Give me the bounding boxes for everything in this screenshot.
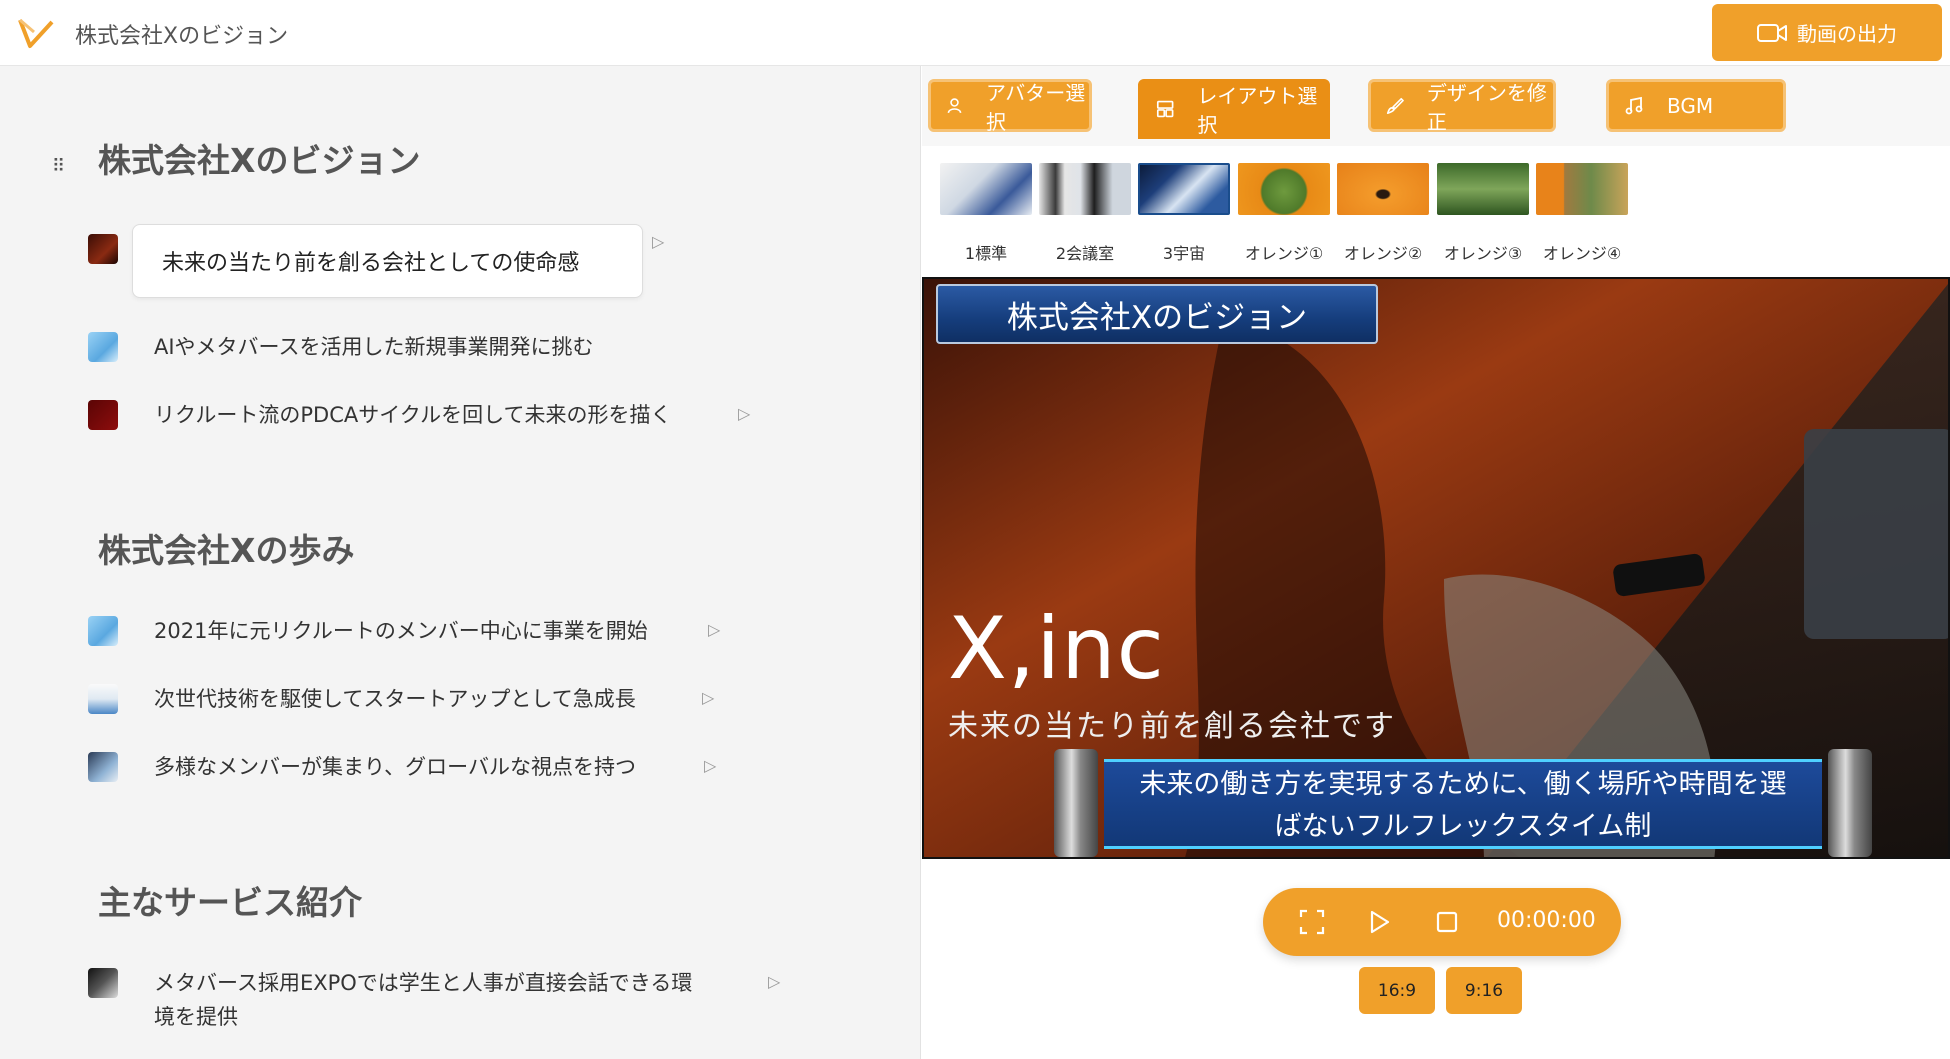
layout-label: オレンジ②	[1343, 244, 1423, 263]
layout-icon	[1156, 100, 1174, 118]
video-preview[interactable]: 株式会社Xのビジョン X,inc 未来の当たり前を創る会社です 未来の働き方を実…	[922, 277, 1950, 859]
play-icon[interactable]: ▷	[652, 232, 664, 251]
settings-panel: アバター選択 レイアウト選択 デザインを修正 BGM 1標準 2会議室 3宇宙 …	[922, 66, 1950, 1059]
video-camera-icon	[1757, 23, 1787, 42]
music-icon	[1625, 96, 1643, 114]
list-item[interactable]: 2021年に元リクルートのメンバー中心に事業を開始	[88, 614, 648, 648]
tab-bgm[interactable]: BGM	[1606, 79, 1786, 132]
fullscreen-icon[interactable]	[1298, 908, 1326, 936]
list-item[interactable]: リクルート流のPDCAサイクルを回して未来の形を描く	[88, 398, 672, 432]
script-line-part: メタバース採用EXPOでは学生と人事が直接会話できる環	[154, 971, 693, 995]
preview-tagline: 未来の当たり前を創る会社です	[948, 709, 1396, 744]
caption-box: 未来の働き方を実現するために、働く場所や時間を選 ばないフルフレックスタイム制	[1104, 759, 1822, 849]
list-item[interactable]	[88, 232, 118, 264]
script-line[interactable]: AIやメタバースを活用した新規事業開発に挑む	[154, 330, 594, 364]
tab-layout[interactable]: レイアウト選択	[1138, 79, 1330, 139]
layout-thumbnail-orange-3[interactable]	[1437, 163, 1529, 215]
play-icon[interactable]: ▷	[704, 756, 716, 775]
play-button-icon[interactable]	[1365, 908, 1393, 936]
script-editor-panel: ⠿ 株式会社Xのビジョン 未来の当たり前を創る会社としての使命感 ▷ AIやメタ…	[0, 66, 921, 1059]
section-title[interactable]: 主なサービス紹介	[98, 876, 362, 924]
tab-design[interactable]: デザインを修正	[1368, 79, 1556, 134]
layout-label: 3宇宙	[1162, 244, 1206, 263]
layout-label: 2会議室	[1055, 244, 1115, 263]
scene-thumbnail	[88, 752, 118, 782]
list-item[interactable]: 多様なメンバーが集まり、グローバルな視点を持つ	[88, 750, 636, 784]
playback-controls: 00:00:00	[1263, 888, 1621, 956]
document-title[interactable]: 株式会社Xのビジョン	[75, 18, 288, 50]
scroll-ornament-left	[1054, 749, 1098, 857]
layout-thumbnail-orange-1[interactable]	[1238, 163, 1330, 215]
stop-button-icon[interactable]	[1433, 908, 1461, 936]
preview-title-banner: 株式会社Xのビジョン	[936, 284, 1378, 344]
script-line[interactable]: リクルート流のPDCAサイクルを回して未来の形を描く	[154, 398, 672, 432]
play-icon[interactable]: ▷	[738, 404, 750, 423]
preview-brand-text: X,inc	[948, 599, 1165, 699]
aspect-ratio-16-9-button[interactable]: 16:9	[1359, 967, 1435, 1014]
layout-thumbnail-standard[interactable]	[940, 163, 1032, 215]
scene-thumbnail	[88, 234, 118, 264]
tab-label: アバター選択	[986, 80, 1086, 134]
layout-thumbnail-orange-4[interactable]	[1536, 163, 1628, 215]
layout-label: オレンジ④	[1542, 244, 1622, 263]
scroll-ornament-right	[1828, 749, 1872, 857]
scene-thumbnail	[88, 968, 118, 998]
section-title[interactable]: 株式会社Xの歩み	[98, 524, 354, 572]
layout-label: 1標準	[964, 244, 1008, 263]
tab-label: デザインを修正	[1426, 80, 1547, 134]
app-logo-icon[interactable]	[16, 12, 56, 52]
app-header: 株式会社Xのビジョン 動画の出力	[0, 0, 1950, 66]
scene-thumbnail	[88, 684, 118, 714]
export-video-label: 動画の出力	[1797, 22, 1897, 46]
layout-label: オレンジ③	[1443, 244, 1523, 263]
playback-time: 00:00:00	[1497, 908, 1596, 933]
play-icon[interactable]: ▷	[702, 688, 714, 707]
layout-label: オレンジ①	[1244, 244, 1324, 263]
drag-handle-icon[interactable]: ⠿	[52, 156, 65, 177]
layout-thumbnail-meeting-room[interactable]	[1039, 163, 1131, 215]
caption-line: 未来の働き方を実現するために、働く場所や時間を選	[1139, 769, 1787, 800]
caption-line: ばないフルフレックスタイム制	[1274, 811, 1652, 842]
layout-thumbnail-orange-2[interactable]	[1337, 163, 1429, 215]
aspect-ratio-9-16-button[interactable]: 9:16	[1446, 967, 1522, 1014]
tab-label: BGM	[1667, 93, 1714, 118]
section-title[interactable]: 株式会社Xのビジョン	[98, 134, 420, 182]
script-line[interactable]: 次世代技術を駆使してスタートアップとして急成長	[154, 682, 636, 716]
script-line-part: 境を提供	[154, 1005, 238, 1029]
play-icon[interactable]: ▷	[768, 972, 780, 991]
script-line-input[interactable]: 未来の当たり前を創る会社としての使命感	[132, 224, 643, 298]
list-item[interactable]: 次世代技術を駆使してスタートアップとして急成長	[88, 682, 636, 716]
export-video-button[interactable]: 動画の出力	[1712, 4, 1942, 61]
scene-thumbnail	[88, 332, 118, 362]
preview-caption: 未来の働き方を実現するために、働く場所や時間を選 ばないフルフレックスタイム制	[1054, 749, 1872, 857]
layout-thumbnail-space[interactable]	[1138, 163, 1230, 215]
tab-avatar[interactable]: アバター選択	[928, 79, 1092, 134]
scene-thumbnail	[88, 616, 118, 646]
scene-thumbnail	[88, 400, 118, 430]
list-item[interactable]: メタバース採用EXPOでは学生と人事が直接会話できる環 境を提供	[88, 966, 692, 1034]
tab-label: レイアウト選択	[1197, 84, 1318, 137]
user-icon	[947, 97, 962, 113]
play-icon[interactable]: ▷	[708, 620, 720, 639]
tab-bar: アバター選択 レイアウト選択 デザインを修正 BGM	[922, 66, 1950, 146]
brush-icon	[1386, 97, 1404, 114]
script-line[interactable]: 2021年に元リクルートのメンバー中心に事業を開始	[154, 614, 648, 648]
list-item[interactable]: AIやメタバースを活用した新規事業開発に挑む	[88, 330, 594, 364]
script-line[interactable]: メタバース採用EXPOでは学生と人事が直接会話できる環 境を提供	[154, 966, 692, 1034]
script-line[interactable]: 多様なメンバーが集まり、グローバルな視点を持つ	[154, 750, 636, 784]
